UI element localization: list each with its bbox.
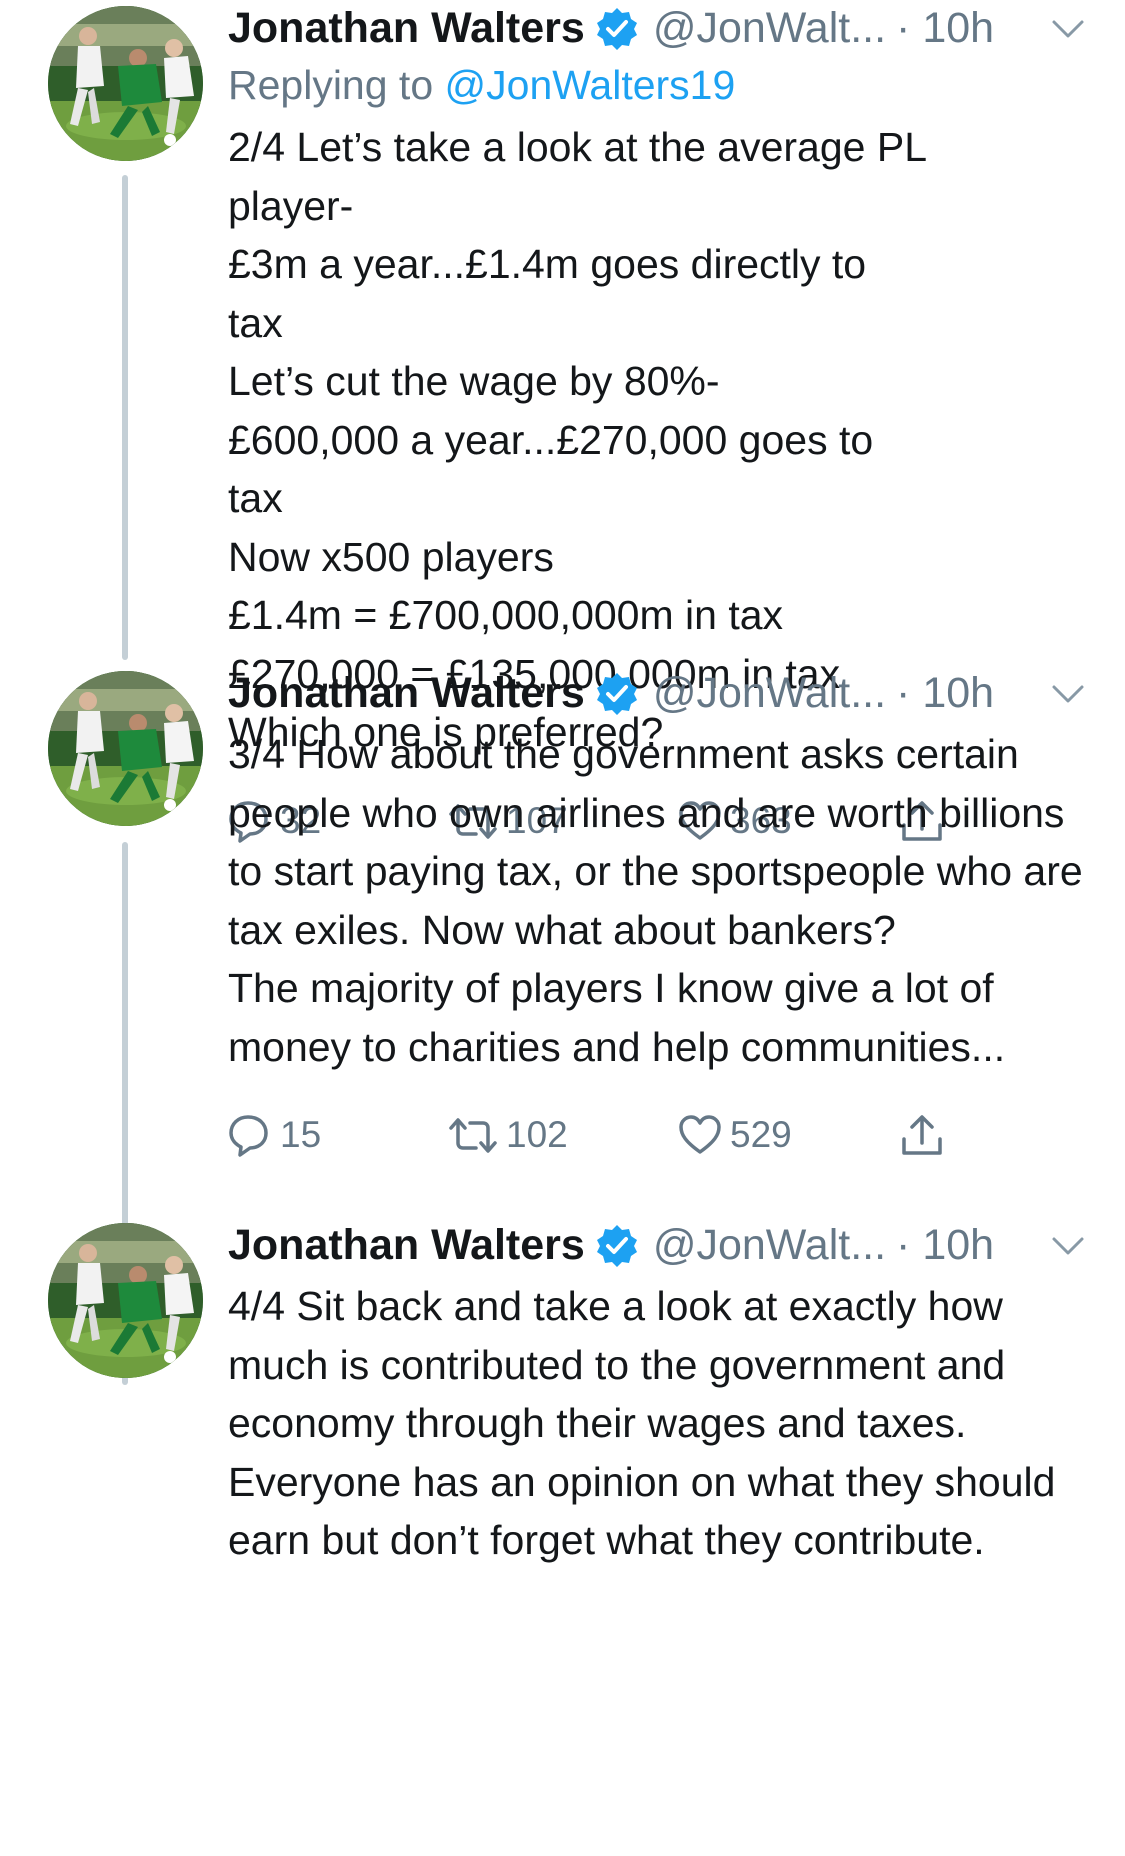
user-handle[interactable]: @JonWalt...	[653, 669, 886, 718]
tweet-header: Jonathan Walters @JonWalt... · 10h	[228, 665, 1088, 721]
thread-connector-line	[122, 175, 128, 660]
tweet-actions: 15 102 529	[228, 1100, 1088, 1170]
reply-count: 15	[280, 1114, 322, 1155]
display-name[interactable]: Jonathan Walters	[228, 1221, 585, 1270]
tweet-header: Jonathan Walters @JonWalt... · 10h	[228, 1217, 1088, 1273]
like-count: 529	[730, 1114, 792, 1155]
replying-to-line: Replying to @JonWalters19	[228, 56, 1088, 114]
tweet-text: 3/4 How about the government asks certai…	[228, 731, 1083, 1070]
football-player-photo	[48, 1223, 203, 1378]
timestamp[interactable]: · 10h	[896, 1221, 994, 1270]
football-player-photo	[48, 671, 203, 826]
football-player-photo	[48, 6, 203, 161]
chevron-down-icon[interactable]	[1048, 673, 1088, 713]
display-name[interactable]: Jonathan Walters	[228, 669, 585, 718]
replying-prefix: Replying to	[228, 62, 445, 108]
heart-icon	[679, 1115, 721, 1154]
avatar[interactable]	[48, 1223, 203, 1378]
chevron-down-icon[interactable]	[1048, 8, 1088, 48]
timestamp[interactable]: · 10h	[896, 4, 994, 53]
user-handle[interactable]: @JonWalt...	[653, 1221, 886, 1270]
retweet-button[interactable]: 102	[448, 1100, 568, 1170]
tweet-text: 4/4 Sit back and take a look at exactly …	[228, 1283, 1056, 1563]
display-name[interactable]: Jonathan Walters	[228, 4, 585, 53]
verified-badge-icon	[594, 671, 639, 715]
like-button[interactable]: 529	[678, 1100, 792, 1170]
chevron-down-icon[interactable]	[1048, 1225, 1088, 1265]
user-handle[interactable]: @JonWalt...	[653, 4, 886, 53]
timestamp[interactable]: · 10h	[896, 669, 994, 718]
retweet-icon	[449, 1118, 497, 1153]
avatar[interactable]	[48, 671, 203, 826]
tweet-header: Jonathan Walters @JonWalt... · 10h	[228, 0, 1088, 56]
verified-badge-icon	[594, 1223, 639, 1267]
reply-button[interactable]: 15	[228, 1100, 321, 1170]
reply-icon	[229, 1115, 268, 1157]
replying-to-mention[interactable]: @JonWalters19	[445, 62, 736, 108]
avatar[interactable]	[48, 6, 203, 161]
retweet-count: 102	[506, 1114, 568, 1155]
verified-badge-icon	[594, 6, 639, 50]
share-button[interactable]	[900, 1100, 952, 1170]
share-icon	[902, 1115, 942, 1155]
